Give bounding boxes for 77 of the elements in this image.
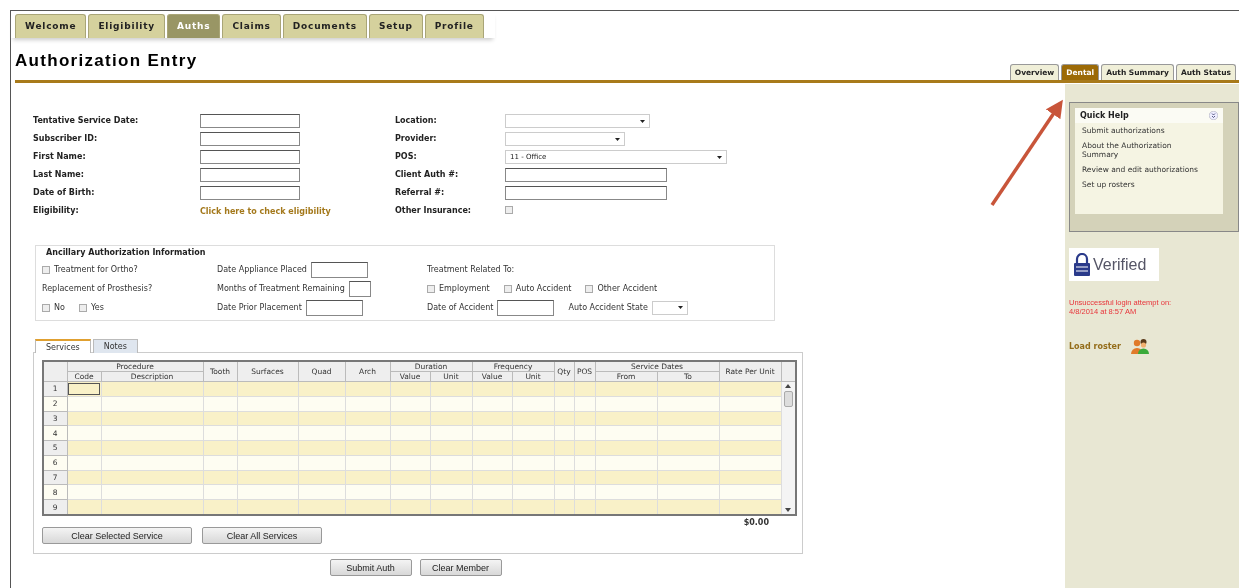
eligibility-link[interactable]: Click here to check eligibility bbox=[200, 206, 331, 216]
field-label: Treatment Related To: bbox=[427, 265, 515, 274]
nav-tab[interactable]: Welcome bbox=[15, 14, 87, 38]
dropdown[interactable] bbox=[505, 132, 625, 146]
checkbox-label: Auto Accident bbox=[515, 284, 572, 293]
input-field[interactable] bbox=[200, 168, 300, 182]
field-label: Months of Treatment Remaining bbox=[217, 284, 345, 293]
action-button[interactable]: Submit Auth bbox=[329, 559, 412, 576]
field-label: Date Appliance Placed bbox=[217, 265, 307, 274]
action-button[interactable]: Clear Member bbox=[419, 559, 502, 576]
checkbox-label: Yes bbox=[90, 303, 104, 312]
badge-text: Verified bbox=[1093, 255, 1147, 274]
panel-tab[interactable]: Notes bbox=[92, 339, 138, 353]
caret-icon bbox=[640, 119, 645, 123]
field-label: POS: bbox=[395, 151, 418, 163]
field-label: Eligibility: bbox=[33, 205, 80, 217]
field-label: Location: bbox=[395, 115, 438, 127]
checkbox[interactable] bbox=[427, 284, 435, 293]
field-label: First Name: bbox=[33, 151, 87, 163]
checkbox[interactable] bbox=[78, 303, 87, 312]
caret-icon bbox=[717, 155, 722, 159]
action-button[interactable]: Clear All Services bbox=[202, 527, 322, 544]
input-field[interactable] bbox=[310, 261, 368, 278]
input-field[interactable] bbox=[200, 132, 300, 146]
field-label: Auto Accident State bbox=[568, 303, 648, 312]
input-field[interactable] bbox=[348, 280, 371, 297]
checkbox[interactable] bbox=[42, 303, 50, 312]
action-button[interactable]: Clear Selected Service bbox=[42, 527, 192, 544]
checkbox[interactable] bbox=[585, 284, 594, 293]
total-amount: $0.00 bbox=[742, 518, 769, 527]
section-title: Ancillary Authorization Information bbox=[44, 248, 208, 257]
nav-tab[interactable]: Setup bbox=[368, 14, 423, 38]
caret-icon bbox=[615, 137, 620, 141]
input-field[interactable] bbox=[305, 299, 363, 316]
field-label: Referral #: bbox=[395, 187, 446, 199]
field-label: Date of Accident bbox=[427, 303, 494, 312]
scrollbar[interactable] bbox=[781, 382, 795, 514]
checkbox-label: Employment bbox=[439, 284, 490, 293]
field-label: Subscriber ID: bbox=[33, 133, 99, 145]
checkbox-label: Other Accident bbox=[597, 284, 658, 293]
field-label: Client Auth #: bbox=[395, 169, 460, 181]
nav-tab[interactable]: Documents bbox=[282, 14, 367, 38]
field-label: Replacement of Prosthesis? bbox=[42, 284, 153, 293]
input-field[interactable] bbox=[200, 114, 300, 128]
input-field[interactable] bbox=[200, 150, 300, 164]
checkbox[interactable] bbox=[42, 265, 50, 274]
nav-tab[interactable]: Profile bbox=[424, 14, 484, 38]
collapse-icon bbox=[1209, 111, 1218, 120]
scroll-thumb[interactable] bbox=[783, 391, 793, 407]
padlock-icon bbox=[1072, 252, 1092, 277]
scroll-up-arrow-icon[interactable] bbox=[785, 384, 792, 388]
field-label: Other Insurance: bbox=[395, 205, 472, 217]
field-label: Date Prior Placement bbox=[217, 303, 302, 312]
field-label: Date of Birth: bbox=[33, 187, 96, 199]
field-label: Provider: bbox=[395, 133, 438, 145]
input-field[interactable] bbox=[505, 168, 667, 182]
checkbox[interactable] bbox=[505, 206, 513, 214]
people-icon bbox=[1130, 338, 1149, 354]
header-cell bbox=[43, 361, 67, 382]
dropdown[interactable] bbox=[505, 114, 650, 128]
checkbox[interactable] bbox=[503, 284, 512, 293]
input-field[interactable] bbox=[200, 186, 300, 200]
nav-tab[interactable]: Claims bbox=[222, 14, 281, 38]
checkbox-label: Treatment for Ortho? bbox=[54, 265, 138, 274]
load-roster-link[interactable]: Load roster bbox=[1069, 341, 1121, 351]
scroll-down-arrow-icon[interactable] bbox=[785, 508, 792, 512]
caret-icon bbox=[677, 306, 683, 309]
input-field[interactable] bbox=[497, 299, 555, 316]
nav-tab[interactable]: Eligibility bbox=[88, 14, 165, 38]
panel-tab[interactable]: Services bbox=[35, 339, 91, 353]
input-field[interactable] bbox=[505, 186, 667, 200]
field-label: Tentative Service Date: bbox=[33, 115, 140, 127]
panel-title: Quick Help bbox=[1080, 111, 1129, 120]
field-label: Last Name: bbox=[33, 169, 85, 181]
page-title: Authorization Entry bbox=[15, 51, 198, 71]
dropdown[interactable] bbox=[651, 300, 688, 315]
checkbox-label: No bbox=[54, 303, 65, 312]
